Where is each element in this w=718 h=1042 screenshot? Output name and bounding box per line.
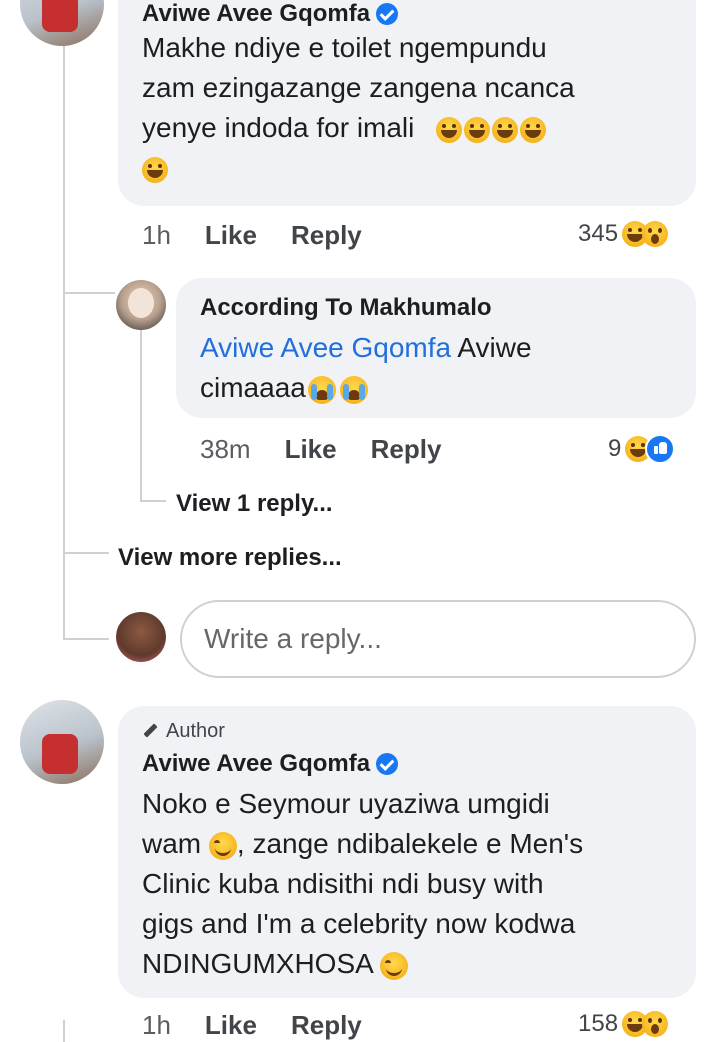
comment-text: Noko e Seymour uyaziwa umgidi wam , zang… <box>142 784 687 984</box>
comment-author-name[interactable]: Aviwe Avee Gqomfa <box>142 0 399 28</box>
reply-line: cimaaaa <box>200 368 680 408</box>
laughing-emoji-icon <box>142 156 168 183</box>
comment-time[interactable]: 1h <box>142 220 171 251</box>
comment-actions-2: 1h Like Reply <box>142 1010 396 1041</box>
thread-line-branch-2 <box>140 500 166 502</box>
reply-line: Aviwe Avee Gqomfa Aviwe <box>200 328 680 368</box>
verified-badge-icon <box>376 753 399 775</box>
like-button[interactable]: Like <box>285 434 337 465</box>
avatar-according-to-makhumalo[interactable] <box>116 280 166 330</box>
crying-emoji-icon <box>307 375 336 404</box>
reply-bubble-1: According To Makhumalo Aviwe Avee Gqomfa… <box>176 278 696 418</box>
thread-line-bottom <box>63 1020 65 1042</box>
pencil-icon <box>142 723 160 741</box>
thread-line-branch-1 <box>63 292 115 294</box>
wow-reaction-icon <box>642 1011 669 1037</box>
comment-line-text: wam <box>142 828 209 859</box>
avatar-aviwe-author[interactable] <box>20 700 104 784</box>
view-more-replies-link[interactable]: View more replies... <box>118 544 342 572</box>
reply-text: Aviwe Avee Gqomfa Aviwe cimaaaa <box>200 328 680 408</box>
smiling-emoji-icon <box>208 831 237 860</box>
comment-line: wam , zange ndibalekele e Men's <box>142 824 687 864</box>
like-reaction-icon <box>645 434 676 464</box>
author-badge: Author <box>142 720 225 743</box>
thread-line-branch-3 <box>63 552 109 554</box>
reply-line-text: cimaaaa <box>200 372 306 403</box>
reply-button[interactable]: Reply <box>371 434 442 465</box>
avatar-aviwe[interactable] <box>20 0 104 46</box>
view-one-reply-link[interactable]: View 1 reply... <box>176 490 333 518</box>
laughing-emoji-icon <box>436 116 463 143</box>
reaction-count: 345 <box>578 220 619 247</box>
comment-time[interactable]: 1h <box>142 1010 171 1041</box>
wow-reaction-icon <box>642 221 669 247</box>
comment-line: Makhe ndiye e toilet ngempundu <box>142 32 547 63</box>
comment-line: zam ezingazange zangena ncanca <box>142 72 575 103</box>
write-reply-placeholder: Write a reply... <box>204 623 382 654</box>
smiling-emoji-icon <box>380 951 409 980</box>
thread-line-reply <box>140 330 142 502</box>
comment-line: Noko e Seymour uyaziwa umgidi <box>142 788 550 819</box>
comment-line-text: , zange ndibalekele e Men's <box>236 828 584 859</box>
comment-line: yenye indoda for imali <box>142 108 682 148</box>
reply-author-name[interactable]: According To Makhumalo <box>200 294 492 322</box>
thread-line-main <box>63 0 65 640</box>
reaction-count: 9 <box>608 435 622 462</box>
comment-line: gigs and I'm a celebrity now kodwa <box>142 908 576 939</box>
reply-line-text: Aviwe <box>451 332 532 363</box>
comment-line-text: yenye indoda for imali <box>142 112 415 143</box>
mention-link[interactable]: Aviwe Avee Gqomfa <box>200 332 451 363</box>
author-name-text[interactable]: Aviwe Avee Gqomfa <box>142 0 370 28</box>
author-name-text[interactable]: Aviwe Avee Gqomfa <box>142 750 370 778</box>
comment-bubble-1: Aviwe Avee Gqomfa Makhe ndiye e toilet n… <box>118 0 696 206</box>
write-reply-input[interactable]: Write a reply... <box>180 600 696 678</box>
comment-text: Makhe ndiye e toilet ngempundu zam ezing… <box>142 28 682 188</box>
reaction-summary-3[interactable]: 158 <box>578 1010 669 1038</box>
comment-actions-1: 1h Like Reply <box>142 220 396 251</box>
reaction-summary-1[interactable]: 345 <box>578 220 669 248</box>
like-button[interactable]: Like <box>205 220 257 251</box>
reply-button[interactable]: Reply <box>291 1010 362 1041</box>
like-button[interactable]: Like <box>205 1010 257 1041</box>
comment-line: Clinic kuba ndisithi ndi busy with <box>142 868 544 899</box>
comment-line-text: NDINGUMXHOSA <box>142 948 381 979</box>
laughing-emoji-icon <box>520 116 547 143</box>
avatar-current-user[interactable] <box>116 612 166 662</box>
verified-badge-icon <box>376 3 399 25</box>
comment-line: NDINGUMXHOSA <box>142 944 687 984</box>
comment-author-name[interactable]: Aviwe Avee Gqomfa <box>142 750 399 778</box>
reaction-count: 158 <box>578 1010 619 1037</box>
comment-bubble-2: Author Aviwe Avee Gqomfa Noko e Seymour … <box>118 706 696 998</box>
laughing-emoji-icon <box>464 116 491 143</box>
laughing-emoji-icon <box>492 116 519 143</box>
author-badge-label: Author <box>166 720 225 742</box>
reply-actions-1: 38m Like Reply <box>200 434 475 465</box>
comment-line <box>142 148 682 188</box>
thread-line-branch-4 <box>63 638 109 640</box>
crying-emoji-icon <box>339 375 368 404</box>
reply-time[interactable]: 38m <box>200 434 251 465</box>
reaction-summary-2[interactable]: 9 <box>608 434 676 464</box>
reply-button[interactable]: Reply <box>291 220 362 251</box>
